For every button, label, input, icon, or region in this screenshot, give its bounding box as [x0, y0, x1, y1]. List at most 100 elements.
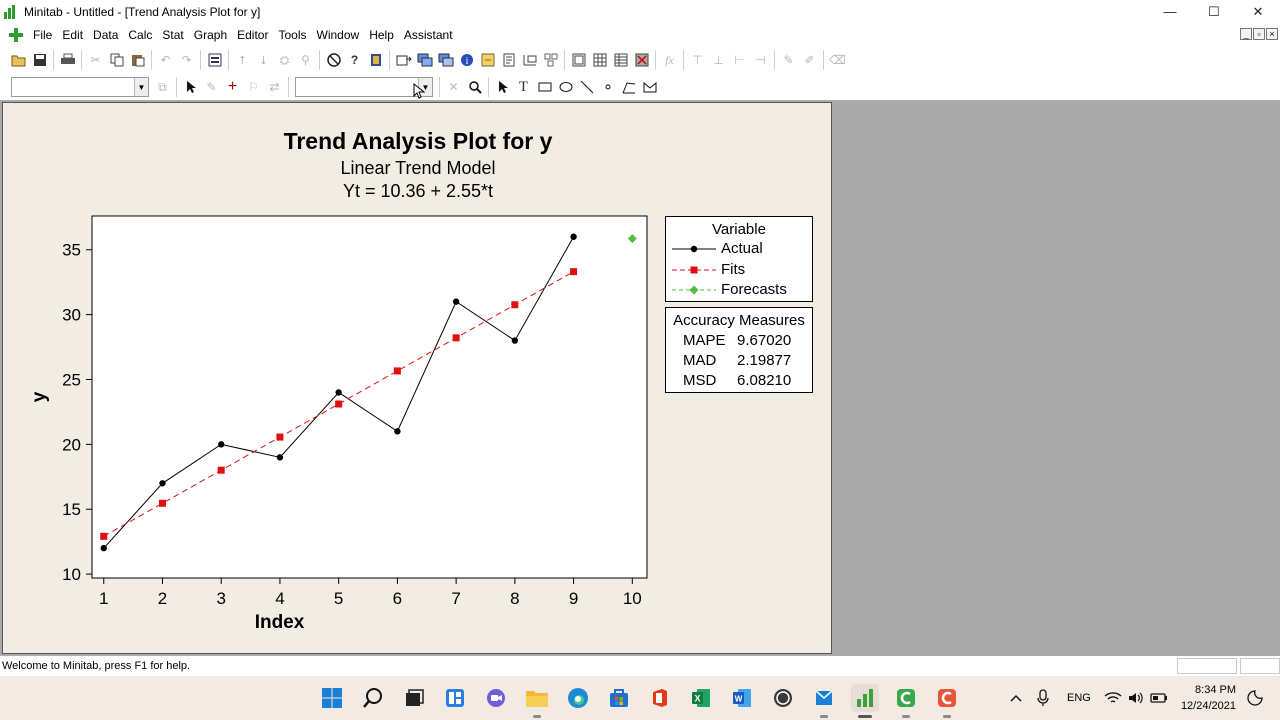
session-icon[interactable]	[394, 50, 414, 70]
language-indicator[interactable]: ENG	[1067, 676, 1091, 720]
grid-icon[interactable]	[590, 50, 610, 70]
brush-set-icon[interactable]: ✐	[800, 50, 820, 70]
ellipse-tool-icon[interactable]	[556, 77, 576, 97]
brush-icon[interactable]: ✎	[202, 77, 222, 97]
flag-icon[interactable]: ⚐	[244, 77, 264, 97]
manage-graphs-icon[interactable]	[541, 50, 561, 70]
save-icon[interactable]	[30, 50, 50, 70]
worksheet-icon[interactable]	[415, 50, 435, 70]
swap-icon[interactable]: ⇄	[265, 77, 285, 97]
recorder-icon[interactable]	[933, 684, 961, 718]
task-view-icon[interactable]	[400, 684, 428, 712]
new-plus-icon[interactable]	[6, 25, 26, 45]
child-close-button[interactable]: ×	[1266, 28, 1278, 40]
maximize-button[interactable]: ☐	[1192, 0, 1236, 23]
find-icon[interactable]: ⛭	[275, 50, 295, 70]
menu-edit[interactable]: Edit	[57, 28, 88, 42]
minitab-icon[interactable]	[851, 684, 879, 718]
new-graph-icon[interactable]	[520, 50, 540, 70]
polyline-tool-icon[interactable]	[619, 77, 639, 97]
brush-icon[interactable]: ✎	[779, 50, 799, 70]
report-icon[interactable]	[499, 50, 519, 70]
menu-assistant[interactable]: Assistant	[399, 28, 458, 42]
copy-icon[interactable]	[107, 50, 127, 70]
edit-element-icon[interactable]: ⧉	[153, 77, 173, 97]
move-col-icon[interactable]: ⊣	[751, 50, 771, 70]
edit-last-dialog-icon[interactable]	[205, 50, 225, 70]
info-icon[interactable]: i	[457, 50, 477, 70]
menu-calc[interactable]: Calc	[123, 28, 157, 42]
camtasia-icon[interactable]	[892, 684, 920, 718]
eraser-icon[interactable]: ⌫	[828, 50, 848, 70]
microphone-icon[interactable]	[1036, 676, 1050, 720]
windows-start-icon[interactable]	[318, 684, 346, 712]
file-explorer-icon[interactable]	[523, 684, 551, 718]
battery-icon[interactable]	[1150, 676, 1168, 720]
whatsapp-icon[interactable]	[769, 684, 797, 712]
open-icon[interactable]	[9, 50, 29, 70]
zoom-icon[interactable]	[465, 77, 485, 97]
volume-icon[interactable]	[1127, 676, 1145, 720]
redo-icon[interactable]: ↷	[177, 50, 197, 70]
minimize-button[interactable]: —	[1148, 0, 1192, 23]
marker-tool-icon[interactable]	[598, 77, 618, 97]
clock[interactable]: 8:34 PM 12/24/2021	[1181, 682, 1236, 714]
word-icon[interactable]: W	[728, 684, 756, 712]
previous-icon[interactable]: ⭡	[233, 50, 253, 70]
layout-icon[interactable]	[569, 50, 589, 70]
notifications-icon[interactable]	[1247, 676, 1263, 720]
menu-graph[interactable]: Graph	[189, 28, 232, 42]
chat-icon[interactable]	[482, 684, 510, 712]
child-restore-button[interactable]: ▫	[1253, 28, 1265, 40]
menu-help[interactable]: Help	[364, 28, 399, 42]
crosshairs-icon[interactable]: +	[223, 77, 243, 97]
legend-label-forecasts: Forecasts	[721, 281, 787, 298]
cut-icon[interactable]: ✂	[86, 50, 106, 70]
office-icon[interactable]	[646, 684, 674, 712]
menu-stat[interactable]: Stat	[157, 28, 188, 42]
cancel-icon[interactable]	[324, 50, 344, 70]
print-icon[interactable]	[58, 50, 78, 70]
wifi-icon[interactable]	[1104, 676, 1122, 720]
chevron-down-icon[interactable]: ▼	[134, 78, 148, 96]
help-icon[interactable]: ?	[345, 50, 365, 70]
legend[interactable]: Variable Actual Fits Forecasts	[665, 216, 813, 302]
menu-editor[interactable]: Editor	[232, 28, 273, 42]
menu-file[interactable]: File	[28, 28, 57, 42]
rectangle-tool-icon[interactable]	[535, 77, 555, 97]
arrow-tool-icon[interactable]	[493, 77, 513, 97]
outlook-icon[interactable]	[810, 684, 838, 718]
delete-row-icon[interactable]: ⊥	[709, 50, 729, 70]
accuracy-measures-box[interactable]: Accuracy Measures MAPE 9.67020 MAD 2.198…	[665, 307, 813, 393]
close-button[interactable]: ✕	[1236, 0, 1280, 23]
history-icon[interactable]	[478, 50, 498, 70]
stat-guide-icon[interactable]	[366, 50, 386, 70]
menu-window[interactable]: Window	[312, 28, 365, 42]
close-graphs-icon[interactable]	[632, 50, 652, 70]
delete-icon[interactable]: ✕	[444, 77, 464, 97]
title-bar: Minitab - Untitled - [Trend Analysis Plo…	[0, 0, 1280, 23]
edge-icon[interactable]	[564, 684, 592, 712]
polygon-tool-icon[interactable]	[640, 77, 660, 97]
next-icon[interactable]: ⭣	[254, 50, 274, 70]
undo-icon[interactable]: ↶	[156, 50, 176, 70]
show-hidden-icons-icon[interactable]	[1008, 676, 1024, 720]
select-icon[interactable]	[181, 77, 201, 97]
graphs-icon[interactable]	[436, 50, 456, 70]
paste-icon[interactable]	[128, 50, 148, 70]
table-icon[interactable]	[611, 50, 631, 70]
widgets-icon[interactable]	[441, 684, 469, 712]
insert-row-icon[interactable]: ⊤	[688, 50, 708, 70]
move-row-icon[interactable]: ⊢	[730, 50, 750, 70]
child-minimize-button[interactable]: _	[1240, 28, 1252, 40]
store-icon[interactable]	[605, 684, 633, 712]
search-icon[interactable]	[359, 684, 387, 712]
formula-icon[interactable]: fx	[660, 50, 680, 70]
text-tool-icon[interactable]: T	[514, 77, 534, 97]
menu-data[interactable]: Data	[88, 28, 123, 42]
graph-element-combo[interactable]: ▼	[11, 77, 149, 97]
line-tool-icon[interactable]	[577, 77, 597, 97]
replace-icon[interactable]: ⚲	[296, 50, 316, 70]
excel-icon[interactable]: X	[687, 684, 715, 712]
menu-tools[interactable]: Tools	[273, 28, 311, 42]
